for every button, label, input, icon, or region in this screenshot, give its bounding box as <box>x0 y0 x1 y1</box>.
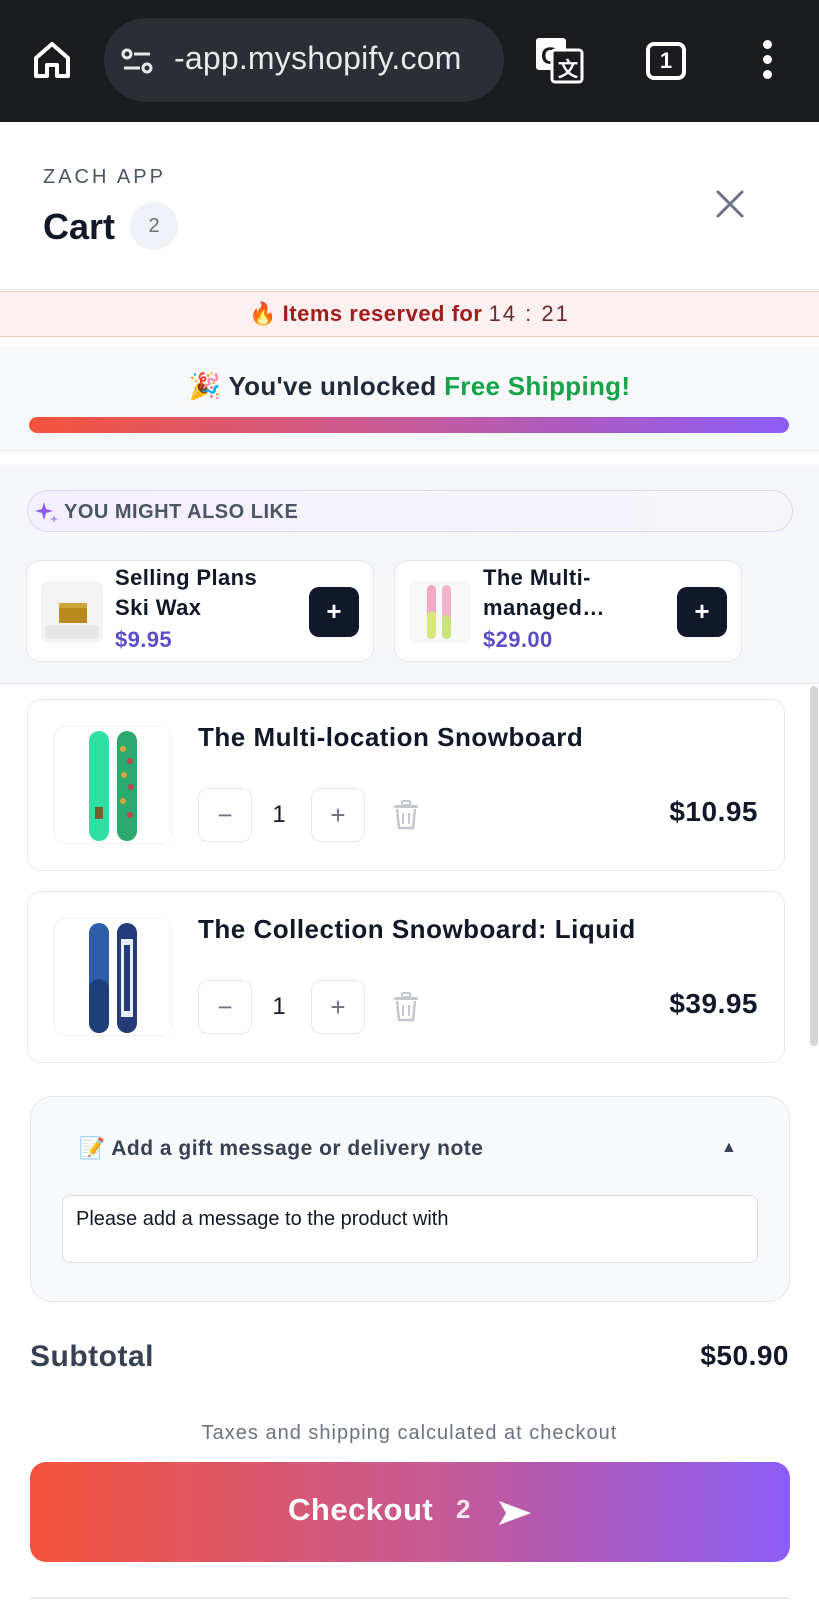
home-icon[interactable] <box>30 38 74 82</box>
shipping-progress-bar <box>29 417 789 433</box>
site-settings-icon[interactable] <box>120 46 154 76</box>
tab-switcher-button[interactable]: 1 <box>646 42 686 80</box>
sparkle-icon <box>35 502 58 523</box>
upsell-product-name: The Multi-managed… <box>483 565 605 620</box>
upsell-label-text: YOU MIGHT ALSO LIKE <box>64 501 299 523</box>
checkout-label: Checkout <box>288 1492 434 1527</box>
cart-items-list: The Multi-location Snowboard − 1 + $10.9… <box>0 685 819 1071</box>
cart-item: The Multi-location Snowboard − 1 + $10.9… <box>27 699 785 871</box>
increase-quantity-button[interactable]: + <box>311 980 365 1034</box>
cart-item-price: $39.95 <box>669 988 758 1019</box>
upsell-product-price: $9.95 <box>115 627 173 652</box>
fire-icon: 🔥 <box>249 301 277 326</box>
upsell-section: YOU MIGHT ALSO LIKE Selling Plans Ski Wa… <box>0 466 819 684</box>
cart-item-title: The Collection Snowboard: Liquid <box>198 914 636 944</box>
shipping-progress-section: 🎉 You've unlocked Free Shipping! <box>0 347 819 451</box>
url-text: -app.myshopify.com <box>174 40 462 76</box>
store-name: ZACH APP <box>43 166 166 188</box>
browser-toolbar: -app.myshopify.com G 文 1 <box>0 0 819 122</box>
close-icon[interactable] <box>712 186 748 222</box>
increase-quantity-button[interactable]: + <box>311 788 365 842</box>
cart-item-price: $10.95 <box>669 796 758 827</box>
page-title: Cart <box>43 206 116 247</box>
upsell-product-name: Selling Plans Ski Wax <box>115 565 258 620</box>
quantity-value: 1 <box>272 801 286 828</box>
product-thumbnail <box>41 581 103 643</box>
quantity-value: 1 <box>272 993 286 1020</box>
collapse-caret-icon[interactable]: ▲ <box>721 1139 737 1157</box>
checkout-button[interactable]: Checkout 2 <box>30 1462 790 1562</box>
reservation-timer: 14 : 21 <box>488 301 570 326</box>
party-icon: 🎉 <box>188 371 222 401</box>
upsell-card[interactable]: Selling Plans Ski Wax $9.95 + <box>26 560 374 662</box>
upsell-label: YOU MIGHT ALSO LIKE <box>27 490 793 532</box>
checkout-count: 2 <box>456 1494 471 1524</box>
cart-scrollbar[interactable] <box>810 686 818 1046</box>
divider <box>30 1597 790 1599</box>
decrease-quantity-button[interactable]: − <box>198 788 252 842</box>
shipping-message: 🎉 You've unlocked Free Shipping! <box>0 371 819 402</box>
address-bar[interactable]: -app.myshopify.com <box>104 18 504 102</box>
send-arrow-icon <box>499 1501 531 1525</box>
decrease-quantity-button[interactable]: − <box>198 980 252 1034</box>
gift-note-heading: Add a gift message or delivery note <box>111 1137 484 1160</box>
translate-icon[interactable]: G 文 <box>534 36 584 84</box>
upsell-product-price: $29.00 <box>483 627 553 652</box>
svg-text:文: 文 <box>558 57 579 81</box>
gift-note-panel: 📝 Add a gift message or delivery note ▲ … <box>30 1096 790 1302</box>
trash-icon[interactable] <box>392 992 420 1022</box>
product-image <box>54 918 172 1036</box>
subtotal-value: $50.90 <box>700 1340 789 1371</box>
cart-count-badge: 2 <box>130 202 178 250</box>
trash-icon[interactable] <box>392 800 420 830</box>
product-thumbnail <box>409 581 471 643</box>
reservation-text: Items reserved for <box>282 301 483 326</box>
reservation-banner: 🔥 Items reserved for 14 : 21 <box>0 291 819 337</box>
free-shipping-highlight: Free Shipping! <box>444 371 631 401</box>
more-options-icon[interactable] <box>760 40 774 82</box>
subtotal-label: Subtotal <box>30 1340 154 1373</box>
upsell-card[interactable]: The Multi-managed… $29.00 + <box>394 560 742 662</box>
memo-icon: 📝 <box>79 1137 106 1160</box>
product-image <box>54 726 172 844</box>
shipping-text: You've unlocked <box>228 371 437 401</box>
add-to-cart-button[interactable]: + <box>677 587 727 637</box>
gift-note-toggle[interactable]: 📝 Add a gift message or delivery note <box>79 1137 483 1161</box>
cart-item: The Collection Snowboard: Liquid − 1 + $… <box>27 891 785 1063</box>
cart-header: ZACH APP Cart 2 <box>0 122 819 290</box>
gift-note-textarea[interactable]: Please add a message to the product with <box>62 1195 758 1263</box>
tax-note: Taxes and shipping calculated at checkou… <box>201 1422 618 1444</box>
cart-item-title: The Multi-location Snowboard <box>198 722 584 752</box>
add-to-cart-button[interactable]: + <box>309 587 359 637</box>
shipping-progress-fill <box>29 417 789 433</box>
